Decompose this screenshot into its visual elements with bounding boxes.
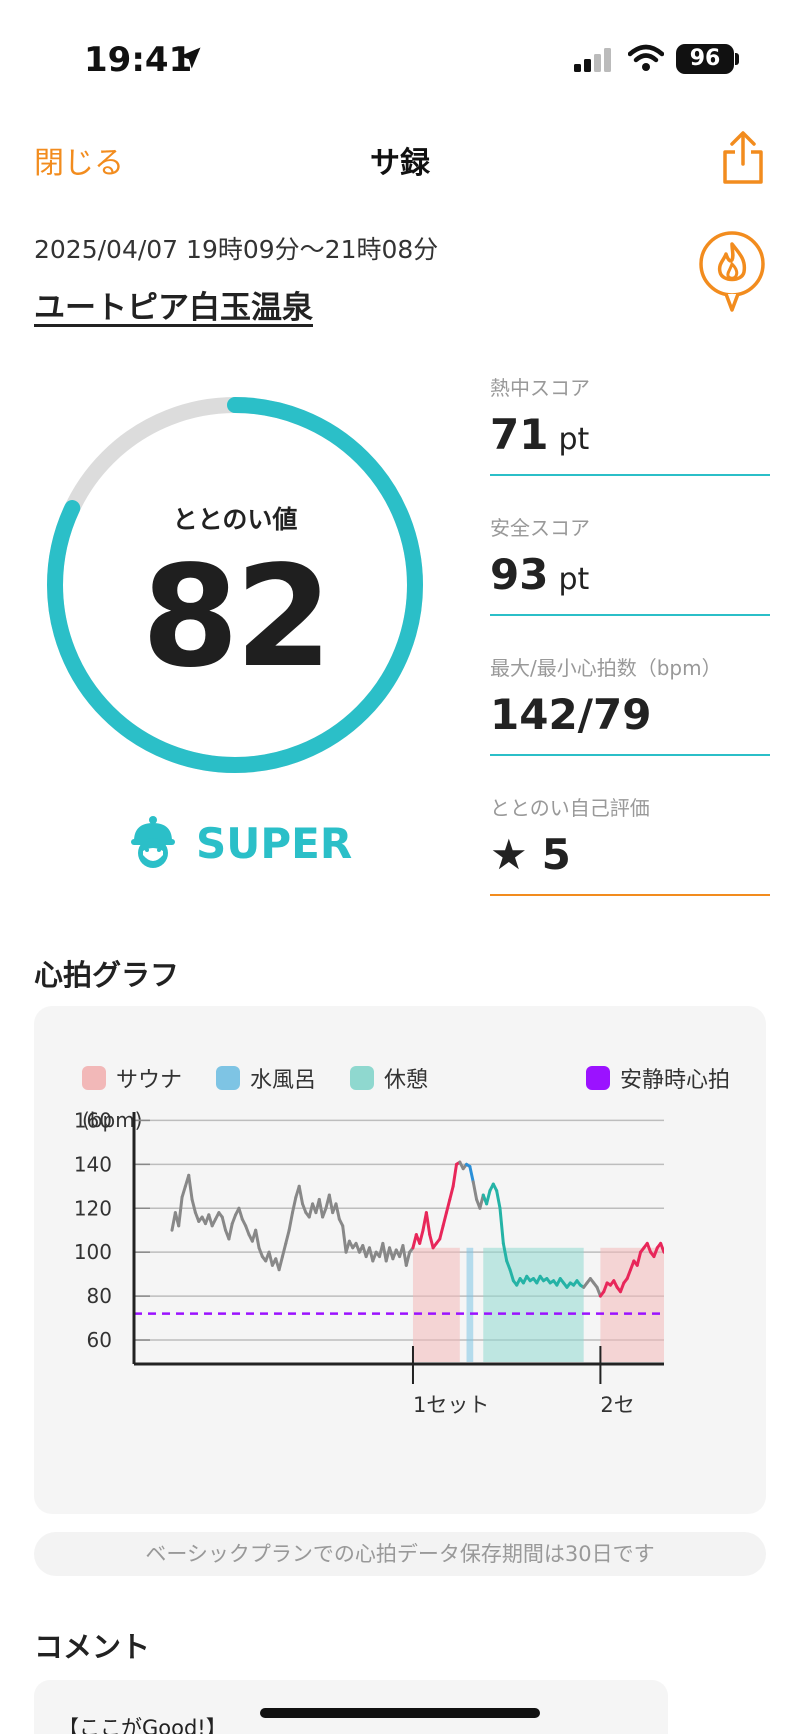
hr-line-segment xyxy=(441,1211,448,1228)
comment-title: コメント xyxy=(34,1630,151,1664)
phase-band xyxy=(412,1247,460,1362)
hr-line-segment xyxy=(177,1195,184,1228)
hr-line-segment xyxy=(334,1202,341,1221)
hr-line-segment xyxy=(277,1255,284,1272)
hr-line-segment xyxy=(485,1189,492,1206)
facility-link[interactable]: ユートピア白玉温泉 xyxy=(34,282,313,327)
hr-line-segment xyxy=(451,1162,458,1188)
hr-line-segment xyxy=(438,1224,445,1241)
flame-pin-icon[interactable] xyxy=(696,230,768,314)
hr-line-segment xyxy=(237,1206,244,1221)
metric-underline xyxy=(490,894,770,896)
star-icon: ★ xyxy=(490,830,528,879)
cellular-signal-icon xyxy=(574,48,611,72)
metric-value: 93 pt xyxy=(490,550,590,599)
hr-line-segment xyxy=(468,1165,475,1184)
hr-line-segment xyxy=(404,1250,412,1267)
retention-notice: ベーシックプランでの心拍データ保存期間は30日です xyxy=(34,1532,766,1576)
share-icon[interactable] xyxy=(718,130,768,186)
hr-line-segment xyxy=(290,1195,298,1215)
hr-line-segment xyxy=(424,1211,432,1237)
hr-line-segment xyxy=(498,1206,505,1245)
hr-line-segment xyxy=(280,1241,288,1259)
metric-underline xyxy=(490,614,770,616)
chart-right-mask xyxy=(664,1106,766,1406)
metric-safety-score: 安全スコア 93 pt xyxy=(490,512,770,642)
home-indicator xyxy=(260,1708,540,1718)
y-tick-label: 140 xyxy=(74,1152,112,1176)
battery-indicator: 96 xyxy=(676,44,734,74)
wifi-icon xyxy=(628,44,664,71)
hr-line-segment xyxy=(190,1197,197,1215)
hr-line-segment xyxy=(284,1228,291,1245)
nav-bar: 閉じる サ録 xyxy=(0,120,800,190)
hr-line-segment xyxy=(428,1233,435,1250)
y-tick-label: 80 xyxy=(87,1284,112,1308)
hr-line-segment xyxy=(287,1211,294,1232)
location-arrow-icon xyxy=(179,47,201,69)
hr-line-segment xyxy=(297,1184,305,1206)
rank-label: SUPER xyxy=(196,818,353,868)
y-tick-label: 60 xyxy=(87,1328,112,1352)
heart-rate-chart: 60 80 100 120 140 160 1セット 2セ xyxy=(74,1106,766,1417)
hr-line-segment xyxy=(180,1184,187,1199)
set-label: 2セ xyxy=(600,1393,634,1417)
hr-line-segment xyxy=(187,1173,194,1201)
phase-band xyxy=(466,1247,474,1362)
hr-line-segment xyxy=(418,1228,425,1245)
hr-line-segment xyxy=(495,1189,502,1210)
hr-line-segment xyxy=(254,1228,261,1250)
comment-card: 【ここがGood!】 xyxy=(34,1680,668,1734)
y-tick-label: 100 xyxy=(74,1240,112,1264)
y-tick-label: 120 xyxy=(74,1196,112,1220)
gauge-label: ととのい値 xyxy=(172,505,298,534)
status-bar: 19:41 96 xyxy=(0,0,800,110)
metric-underline xyxy=(490,474,770,476)
battery-nub xyxy=(735,53,739,65)
metric-label: 熱中スコア xyxy=(490,376,590,400)
phase-band xyxy=(483,1247,584,1362)
metric-label: ととのい自己評価 xyxy=(490,796,650,820)
hr-line-segment xyxy=(448,1184,455,1201)
heart-graph-title: 心拍グラフ xyxy=(34,958,180,992)
page-title: サ録 xyxy=(370,146,430,181)
rank-badge: SUPER xyxy=(128,812,352,874)
hr-line-segment xyxy=(444,1197,452,1215)
gauge-value: 82 xyxy=(141,536,333,699)
hr-line-segment xyxy=(471,1180,479,1201)
sauna-hat-icon xyxy=(131,816,175,868)
hr-line-segment xyxy=(341,1224,348,1254)
comment-text: 【ここがGood!】 xyxy=(58,1716,227,1734)
metric-value: 142/79 xyxy=(490,690,652,739)
metric-value: ★ 5 xyxy=(490,830,571,879)
metric-value: 71 pt xyxy=(490,410,590,459)
metric-underline xyxy=(490,754,770,756)
metric-heat-score: 熱中スコア 71 pt xyxy=(490,372,770,502)
hr-line-segment xyxy=(220,1215,228,1232)
metric-label: 最大/最小心拍数（bpm） xyxy=(490,656,722,680)
heart-graph-card: サウナ 水風呂 休憩 安静時心拍 (bpm) 60 80 100 120 140 160 1… xyxy=(34,1006,766,1514)
metric-self-rating[interactable]: ととのい自己評価 ★ 5 xyxy=(490,792,770,922)
set-label: 1セット xyxy=(413,1393,489,1417)
hr-line-segment xyxy=(227,1222,234,1241)
metric-heart-rate: 最大/最小心拍数（bpm） 142/79 xyxy=(490,652,770,782)
session-datetime: 2025/04/07 19時09分〜21時08分 xyxy=(34,235,439,264)
metric-label: 安全スコア xyxy=(490,516,590,540)
y-tick-label: 160 xyxy=(74,1108,112,1132)
